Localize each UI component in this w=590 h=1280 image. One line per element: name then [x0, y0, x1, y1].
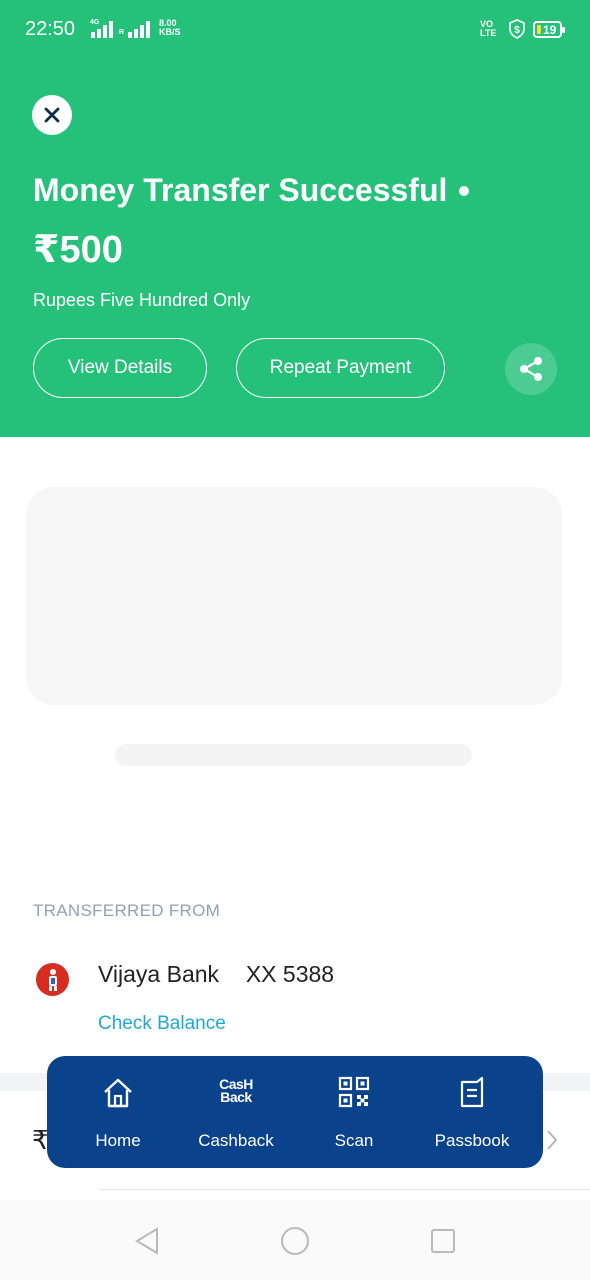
back-icon[interactable] [133, 1226, 161, 1256]
cashback-icon-bottom: Back [220, 1089, 252, 1105]
amount: ₹500 [33, 229, 123, 271]
speed-unit: KB/S [159, 27, 181, 37]
volte-indicator: VO LTE [480, 20, 496, 38]
close-icon [44, 107, 60, 123]
close-button[interactable] [32, 95, 72, 135]
nav-scan-label: Scan [334, 1131, 374, 1150]
loading-placeholder-line [115, 744, 472, 766]
battery-icon: 19 [533, 21, 565, 38]
nav-cashback[interactable]: CasH Back Cashback [186, 1056, 286, 1168]
signal-strength-icon-2 [128, 20, 150, 38]
nav-cashback-label: Cashback [198, 1131, 274, 1150]
share-icon [520, 357, 542, 381]
svg-text:$: $ [514, 25, 520, 36]
nav-passbook[interactable]: Passbook [422, 1056, 522, 1168]
shield-icon: $ [509, 19, 525, 39]
list-divider [100, 1189, 590, 1190]
status-time: 22:50 [25, 18, 76, 40]
nav-home-label: Home [95, 1131, 141, 1150]
qr-scan-icon [338, 1076, 370, 1108]
nav-passbook-label: Passbook [434, 1131, 510, 1150]
battery-level: 19 [543, 22, 557, 37]
nav-home[interactable]: Home [73, 1056, 163, 1168]
system-nav-bar [0, 1200, 590, 1280]
repeat-payment-button[interactable]: Repeat Payment [236, 338, 445, 398]
volte-bottom: LTE [480, 28, 497, 38]
amount-in-words: Rupees Five Hundred Only [33, 290, 251, 310]
account-number: XX 5388 [245, 961, 335, 987]
view-details-button[interactable]: View Details [33, 338, 207, 398]
cashback-icon: CasH Back [219, 1077, 253, 1105]
transferred-from-label: TRANSFERRED FROM [33, 901, 221, 920]
recents-icon[interactable] [430, 1228, 456, 1254]
check-balance-link[interactable]: Check Balance [98, 1013, 226, 1035]
page-title: Money Transfer Successful [33, 172, 448, 208]
bank-name: Vijaya Bank [98, 961, 220, 987]
signal-strength-icon [91, 20, 113, 38]
share-button[interactable] [505, 343, 557, 395]
status-bar: 22:50 4G R 8.00 KB/S VO LTE $ 19 [0, 0, 590, 60]
bank-logo [36, 963, 69, 996]
nav-scan[interactable]: Scan [309, 1056, 399, 1168]
bank-logo-icon [48, 968, 57, 991]
chevron-right-icon[interactable] [545, 1128, 559, 1152]
status-dot [459, 186, 469, 196]
network-speed: 8.00 KB/S [159, 19, 181, 37]
bottom-nav: Home CasH Back Cashback Scan Passbook [47, 1056, 543, 1168]
passbook-icon [460, 1076, 484, 1108]
home-icon [104, 1078, 132, 1108]
home-circle-icon[interactable] [280, 1226, 310, 1256]
loading-placeholder-card [26, 487, 562, 705]
bank-account: Vijaya Bank XX 5388 [98, 961, 334, 988]
roaming-label: R [119, 29, 125, 36]
success-header: 22:50 4G R 8.00 KB/S VO LTE $ 19 Money T… [0, 0, 590, 437]
